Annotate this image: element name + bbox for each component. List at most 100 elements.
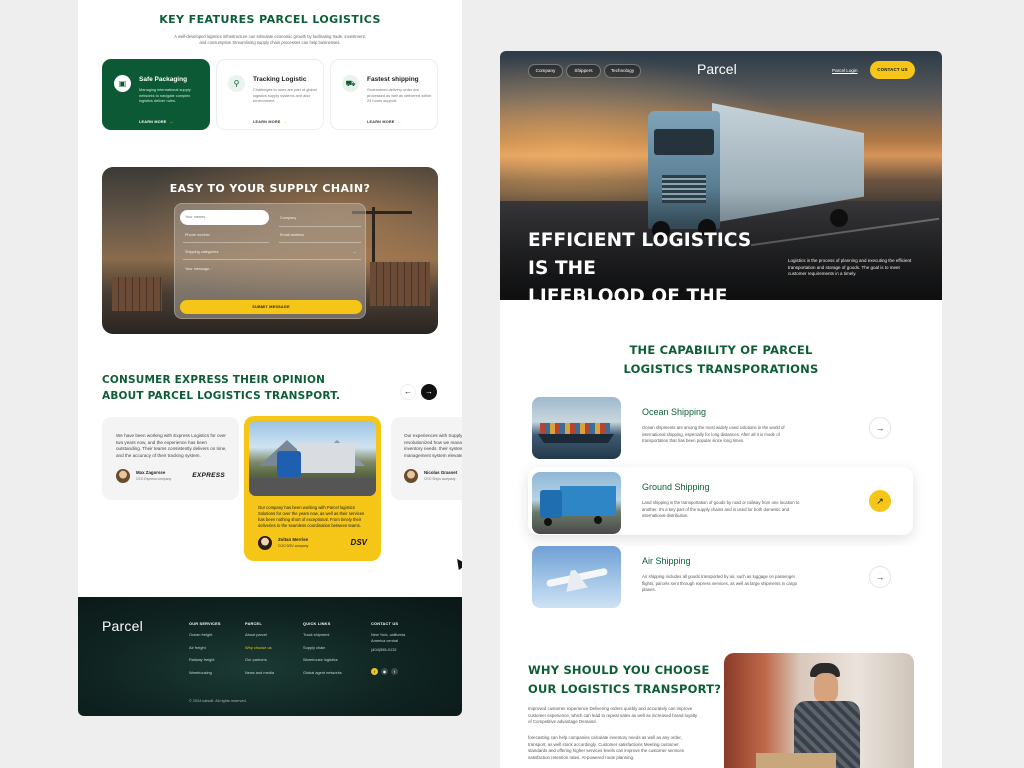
worker-photo — [724, 653, 914, 768]
feature-card-fastest-shipping[interactable]: ⛟ Fastest shipping Guaranteed delivery o… — [330, 59, 438, 130]
footer-link[interactable]: News and media — [245, 670, 274, 675]
service-title: Ground Shipping — [642, 482, 710, 492]
carousel-prev-button[interactable]: ← — [400, 384, 416, 400]
company-logo: DSV — [350, 538, 367, 547]
nav-company[interactable]: Company — [528, 64, 563, 78]
why-paragraph: forecasting can help companies calculate… — [528, 735, 684, 760]
arrow-up-right-icon[interactable]: ↗ — [869, 490, 891, 512]
facebook-icon[interactable]: f — [371, 667, 378, 675]
footer-link[interactable]: Warehouse logistics — [303, 657, 342, 662]
landing-page-lower: KEY FEATURES PARCEL LOGISTICS A well-dev… — [78, 0, 462, 716]
testimonial-name: Zoltan Merrise — [278, 537, 309, 542]
service-desc: Air shipping includes all goods transpor… — [642, 574, 797, 592]
hero-description: Logistics is the process of planning and… — [788, 258, 912, 277]
supply-form-title: EASY TO YOUR SUPPLY CHAIN? — [169, 182, 371, 195]
brand-logo[interactable]: Parcel — [697, 61, 737, 77]
footer: Parcel OUR SERVICES Ocean freight Air fr… — [78, 597, 462, 716]
feature-title: Tracking Logistic — [253, 76, 307, 83]
truck-icon: ⛟ — [342, 75, 359, 92]
footer-col-services: OUR SERVICES Ocean freight Air freight R… — [189, 621, 221, 675]
truck-photo — [532, 472, 621, 534]
copyright: © 2024 kalsoft. All rights reserved. — [189, 699, 247, 703]
submit-message-button[interactable]: SUBMIT MESSAGE — [180, 300, 362, 314]
testimonial-card: We have been working with Express Logist… — [102, 417, 239, 500]
nav-technology[interactable]: Technology — [604, 64, 641, 78]
nav-shippers[interactable]: Shippers — [566, 64, 601, 78]
avatar — [116, 469, 130, 483]
footer-link[interactable]: Air freight — [189, 645, 221, 650]
key-features-title: KEY FEATURES PARCEL LOGISTICS — [159, 13, 381, 26]
hero-section: Company Shippers Technology Parcel Parce… — [500, 51, 942, 335]
footer-link[interactable]: Ocean freight — [189, 632, 221, 637]
testimonial-quote: We have been working with Express Logist… — [116, 433, 227, 458]
testimonial-card-featured: Our company has been working with Parcel… — [244, 416, 381, 561]
testimonial-quote: Our company has been working with Parcel… — [258, 505, 365, 528]
contact-us-button[interactable]: CONTACT US — [870, 61, 915, 79]
feature-card-safe-packaging[interactable]: ▣ Safe Packaging Managing international … — [102, 59, 210, 130]
phone-input[interactable]: Phone number — [185, 233, 210, 237]
company-logo: EXPRESS — [192, 472, 225, 479]
learn-more-link[interactable]: LEARN MORE → — [139, 120, 174, 124]
avatar — [404, 469, 418, 483]
company-input[interactable]: Company — [280, 216, 296, 220]
twitter-icon[interactable]: t — [391, 667, 398, 675]
footer-link[interactable]: Railway freight — [189, 657, 221, 662]
feature-title: Safe Packaging — [139, 76, 188, 83]
opinions-title: CONSUMER EXPRESS THEIR OPINION ABOUT PAR… — [102, 374, 341, 402]
footer-link[interactable]: Supply chain — [303, 645, 342, 650]
footer-link[interactable]: Track shipment — [303, 632, 342, 637]
footer-link-active[interactable]: Why choose us — [245, 645, 274, 650]
service-air-shipping[interactable]: Air Shipping Air shipping includes all g… — [528, 546, 913, 614]
footer-link[interactable]: Warehousing — [189, 670, 221, 675]
package-icon: ▣ — [114, 75, 131, 92]
footer-col-parcel: PARCEL About parcel Why choose us Our pa… — [245, 621, 274, 675]
service-desc: Land shipping is the transportation of g… — [642, 500, 800, 518]
why-paragraph: Improved customer experience Delivering … — [528, 706, 698, 724]
email-input[interactable]: Email address — [280, 233, 304, 237]
chevron-down-icon: ⌄ — [353, 250, 357, 254]
testimonial-quote: Our experiences with Supply Express has … — [404, 433, 462, 458]
service-desc: Ocean shipments are among the most widel… — [642, 425, 785, 443]
location-pin-icon: ⚲ — [228, 75, 245, 92]
testimonial-role: COO DSV company — [278, 544, 309, 548]
service-ocean-shipping[interactable]: Ocean Shipping Ocean shipments are among… — [528, 397, 913, 465]
testimonial-name: Nicolas Grasset — [424, 470, 458, 475]
hero-headline: EFFICIENT LOGISTICS IS THE LIFEBLOOD OF … — [528, 230, 752, 335]
service-title: Ocean Shipping — [642, 407, 707, 417]
feature-desc: Challenges to rules are part of global l… — [253, 87, 317, 104]
ship-photo — [532, 397, 621, 459]
name-input[interactable]: Your names... — [180, 210, 269, 225]
arrow-right-icon: → — [169, 120, 174, 124]
why-choose-title: WHY SHOULD YOU CHOOSE OUR LOGISTICS TRAN… — [528, 663, 722, 696]
landing-page-upper: Company Shippers Technology Parcel Parce… — [500, 51, 942, 768]
arrow-right-icon: → — [283, 120, 288, 124]
category-select[interactable]: Shipping categories — [185, 250, 218, 254]
footer-link[interactable]: Global agent networks — [303, 670, 342, 675]
feature-desc: Guaranteed delivery order are processed … — [367, 87, 432, 104]
footer-link[interactable]: About parcel — [245, 632, 274, 637]
parcel-login-link[interactable]: Parcel Login — [832, 68, 858, 73]
capability-title: THE CAPABILITY OF PARCEL LOGISTICS TRANS… — [623, 343, 819, 376]
learn-more-link[interactable]: LEARN MORE → — [367, 120, 402, 124]
service-title: Air Shipping — [642, 556, 691, 566]
message-textarea[interactable]: Your message... — [185, 267, 212, 271]
feature-card-tracking[interactable]: ⚲ Tracking Logistic Challenges to rules … — [216, 59, 324, 130]
feature-title: Fastest shipping — [367, 76, 419, 83]
feature-desc: Managing international supply networks t… — [139, 87, 191, 104]
canvas: KEY FEATURES PARCEL LOGISTICS A well-dev… — [0, 0, 1024, 768]
instagram-icon[interactable]: ◉ — [381, 667, 388, 675]
mouse-cursor-icon — [453, 556, 462, 570]
airplane-photo — [532, 546, 621, 608]
carousel-next-button[interactable]: → — [421, 384, 437, 400]
arrow-right-icon: → — [397, 120, 402, 124]
arrow-right-icon[interactable]: → — [869, 566, 891, 588]
footer-col-quick-links: QUICK LINKS Track shipment Supply chain … — [303, 621, 342, 675]
footer-link[interactable]: Our partners — [245, 657, 274, 662]
testimonial-card: Our experiences with Supply Express has … — [391, 417, 462, 500]
testimonial-role: CEO Ships company — [424, 477, 456, 481]
contact-form: Your names... Company Phone number Email… — [174, 203, 366, 319]
footer-logo[interactable]: Parcel — [102, 618, 143, 634]
service-ground-shipping[interactable]: Ground Shipping Land shipping is the tra… — [528, 467, 913, 535]
learn-more-link[interactable]: LEARN MORE → — [253, 120, 288, 124]
arrow-right-icon[interactable]: → — [869, 417, 891, 439]
